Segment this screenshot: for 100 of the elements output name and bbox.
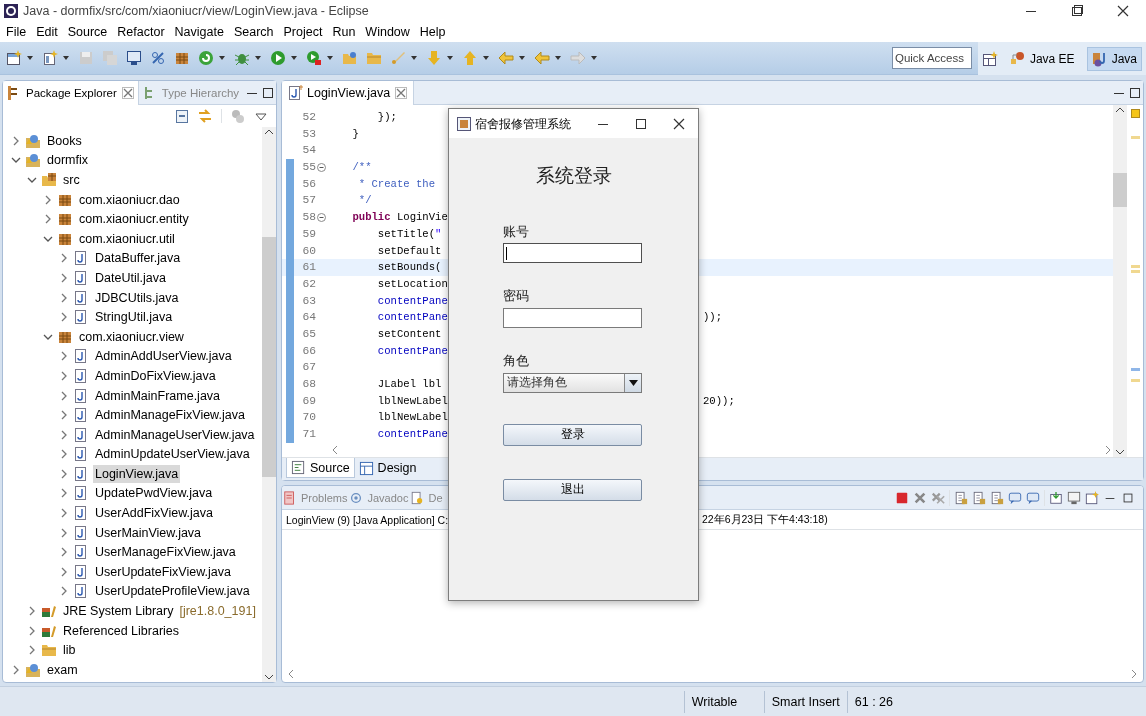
tree-item[interactable]: dormfix [45,151,90,170]
scroll-left-icon[interactable] [330,445,340,455]
caret-icon[interactable] [554,54,562,62]
exit-button[interactable]: 退出 [503,478,642,501]
menu-item[interactable]: Source [63,22,114,42]
caret-icon[interactable] [218,54,226,62]
tree-item[interactable]: Referenced Libraries [61,621,182,640]
remove-icon[interactable] [913,490,927,505]
tree-item[interactable]: DataBuffer.java [93,249,183,268]
perspective-button[interactable]: Java EE [1005,46,1079,71]
new-window-icon[interactable] [6,50,22,66]
caret-icon[interactable] [62,54,70,62]
menu-item[interactable]: Navigate [170,22,230,42]
caret-icon[interactable] [590,54,598,62]
scrollbar[interactable] [262,127,276,682]
tree-item[interactable]: UserUpdateFixView.java [93,562,233,581]
monitor-icon[interactable] [126,50,142,66]
password-field[interactable] [503,308,642,328]
scroll-left-icon[interactable] [286,669,296,679]
editor-mode-tab[interactable]: Design [354,458,421,478]
link-icon[interactable] [150,50,166,66]
tree-item[interactable]: com.xiaoniucr.entity [77,210,191,229]
caret-icon[interactable] [482,54,490,62]
display-icon[interactable] [1067,490,1081,505]
restore-button[interactable] [1069,3,1085,19]
chat-icon[interactable] [1008,490,1022,505]
link-editor-icon[interactable] [197,108,213,124]
tree-item[interactable]: lib [61,641,78,660]
tree-item[interactable]: JRE System Library [61,602,176,621]
chat-icon[interactable] [1026,490,1040,505]
caret-icon[interactable] [290,54,298,62]
caret-icon[interactable] [26,54,34,62]
role-dropdown[interactable]: 请选择角色 [503,372,642,393]
page-icon[interactable] [990,490,1004,505]
tree-item[interactable]: AdminDoFixView.java [93,366,218,385]
collapse-all-icon[interactable] [175,108,189,124]
tree-item[interactable]: Books [45,131,84,150]
caret-icon[interactable] [628,379,638,386]
collapse-icon[interactable] [317,162,326,172]
tree-item[interactable]: UserUpdateProfileView.java [93,582,252,601]
close-icon[interactable] [394,85,409,100]
quick-access-field[interactable]: Quick Access [891,47,972,69]
account-field[interactable] [503,243,642,264]
view-tab[interactable]: Package Explorer [3,80,139,105]
scroll-down-icon[interactable] [1115,447,1125,457]
tree-item[interactable]: DateUtil.java [93,268,168,287]
tree-item[interactable]: UpdatePwdView.java [93,484,215,503]
package-icon[interactable] [174,50,190,66]
stop-icon[interactable] [895,490,909,505]
remove-all-icon[interactable] [931,490,945,505]
menu-item[interactable]: Project [279,22,329,42]
menu-item[interactable]: Help [415,22,452,42]
caret-icon[interactable] [410,54,418,62]
login-button[interactable]: 登录 [503,423,642,446]
close-button[interactable] [1115,3,1131,19]
tree-item[interactable]: JDBCUtils.java [93,288,181,307]
tree-item[interactable]: exam [45,660,80,679]
page-icon[interactable] [954,490,968,505]
scroll-thumb[interactable] [1113,173,1127,207]
tree-item[interactable]: com.xiaoniucr.view [77,327,186,346]
caret-icon[interactable] [518,54,526,62]
scrollbar[interactable] [1113,105,1127,457]
menu-item[interactable]: File [2,22,33,42]
new-file-icon[interactable] [42,50,58,66]
new-console-icon[interactable] [1085,490,1099,505]
scroll-up-icon[interactable] [264,127,274,137]
pin-console-icon[interactable] [1049,490,1063,505]
tree-item[interactable]: AdminAddUserView.java [93,347,234,366]
tree-item[interactable]: AdminUpdateUserView.java [93,445,252,464]
tree-item[interactable]: AdminManageFixView.java [93,406,247,425]
run-icon[interactable] [270,50,286,66]
view-menu-icon[interactable] [254,110,268,122]
tree-item[interactable]: src [61,171,82,189]
scroll-up-icon[interactable] [1115,105,1125,115]
run-external-icon[interactable] [306,50,322,66]
folder-open-icon[interactable] [342,50,358,66]
page-icon[interactable] [972,490,986,505]
tree-item[interactable]: com.xiaoniucr.dao [77,190,182,209]
menu-item[interactable]: Edit [32,22,64,42]
caret-icon[interactable] [254,54,262,62]
menu-item[interactable]: Search [229,22,280,42]
collapse-icon[interactable] [317,212,326,222]
tree-item[interactable]: StringUtil.java [93,308,175,327]
menu-item[interactable]: Refactor [113,22,171,42]
editor-mode-tab[interactable]: Source [286,458,355,478]
caret-icon[interactable] [326,54,334,62]
tree-item[interactable]: com.xiaoniucr.util [77,229,177,248]
tree-item[interactable]: UserAddFixView.java [93,504,215,523]
menu-item[interactable]: Window [361,22,416,42]
perspective-button[interactable]: Java [1086,46,1142,71]
close-icon[interactable] [120,85,135,100]
open-perspective-icon[interactable] [981,50,998,67]
scroll-down-icon[interactable] [264,672,274,682]
scroll-right-icon[interactable] [1129,669,1139,679]
scroll-thumb[interactable] [262,237,276,477]
tree-item[interactable]: AdminMainFrame.java [93,386,223,405]
editor-tab[interactable]: LoginView.java [282,80,415,105]
menu-item[interactable]: Run [328,22,362,42]
caret-icon[interactable] [446,54,454,62]
tree-item[interactable]: LoginView.java [93,464,181,483]
